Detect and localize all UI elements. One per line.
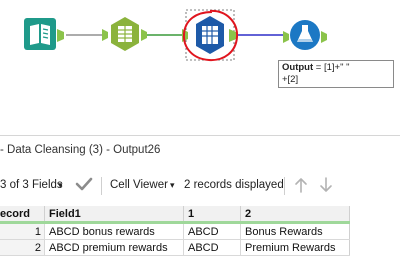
cell-viewer-caret-icon[interactable]: ▾ [170, 180, 175, 191]
text-to-columns-tool[interactable] [100, 16, 147, 51]
workflow-canvas[interactable]: Output = [1]+" " +[2] [0, 0, 400, 135]
check-icon[interactable] [74, 175, 94, 196]
table-row[interactable]: 1 ABCD bonus rewards ABCD Bonus Rewards [0, 222, 350, 240]
formula-annotation: Output = [1]+" " +[2] [278, 60, 394, 88]
annotation-formula-line2: +[2] [282, 74, 299, 85]
output-anchor-icon [57, 29, 64, 42]
record-number: 2 [0, 239, 45, 256]
formula-tool[interactable] [283, 16, 333, 52]
results-title: - Data Cleansing (3) - Output26 [0, 144, 161, 156]
data-cleansing-icon [182, 9, 239, 62]
cell-field1[interactable]: ABCD bonus rewards [44, 222, 184, 240]
fields-caret-icon[interactable]: ▾ [58, 180, 63, 191]
cell-2[interactable]: Bonus Rewards [240, 222, 350, 240]
cell-1[interactable]: ABCD [183, 222, 241, 240]
grid-header-row: ecord Field1 1 2 [0, 206, 350, 224]
cell-2[interactable]: Premium Rewards [240, 239, 350, 256]
flask-icon [283, 20, 327, 50]
column-header-field1[interactable]: Field1 [44, 206, 184, 224]
results-toolbar: 3 of 3 Fields ▾ Cell Viewer ▾ 2 records … [0, 173, 400, 199]
annotation-formula-line1: = [1]+" " [313, 62, 350, 73]
cell-field1[interactable]: ABCD premium rewards [44, 239, 184, 256]
results-panel: - Data Cleansing (3) - Output26 3 of 3 F… [0, 135, 400, 275]
records-displayed-label: 2 records displayed [184, 179, 284, 191]
cell-viewer-button[interactable]: Cell Viewer [110, 179, 168, 191]
record-number: 1 [0, 222, 45, 240]
book-icon [24, 18, 64, 50]
app-window: Output = [1]+" " +[2] - Data Cleansing (… [0, 0, 400, 275]
column-header-2[interactable]: 2 [240, 206, 350, 224]
column-header-1[interactable]: 1 [183, 206, 241, 224]
toolbar-divider [101, 177, 102, 195]
cell-1[interactable]: ABCD [183, 239, 241, 256]
arrow-down-icon[interactable] [318, 176, 334, 197]
column-header-record[interactable]: ecord [0, 206, 45, 224]
annotation-label: Output [282, 62, 314, 73]
results-grid[interactable]: ecord Field1 1 2 1 ABCD bonus rewards AB… [0, 206, 350, 256]
fields-selector[interactable]: 3 of 3 Fields [0, 179, 63, 191]
table-row[interactable]: 2 ABCD premium rewards ABCD Premium Rewa… [0, 239, 350, 256]
arrow-up-icon[interactable] [293, 176, 309, 197]
text-to-columns-icon [102, 17, 147, 51]
data-cleansing-tool[interactable] [176, 8, 246, 64]
input-tool[interactable] [24, 18, 64, 50]
toolbar-divider [284, 177, 285, 195]
